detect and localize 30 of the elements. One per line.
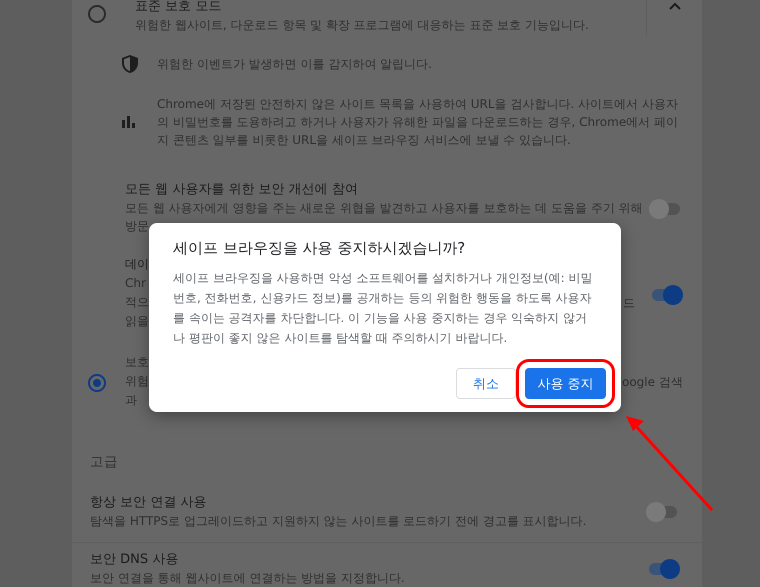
turn-off-button[interactable]: 사용 중지 <box>525 368 606 399</box>
option-text: 보호 <box>125 354 149 372</box>
setting-text: 적으 <box>125 294 149 312</box>
collapse-icon[interactable] <box>668 2 680 10</box>
setting-description: 방문 <box>125 218 149 236</box>
dialog-title: 세이프 브라우징을 사용 중지하시겠습니까? <box>173 238 466 259</box>
option-text: 과 <box>125 392 137 410</box>
setting-title: 항상 보안 연결 사용 <box>90 494 206 512</box>
setting-text: 데이 <box>125 256 149 274</box>
setting-text: 드 <box>623 295 635 312</box>
setting-description: 모든 웹 사용자에게 영향을 주는 새로운 위협을 발견하고 사용자를 보호하는 데 도움을 주기 위해 <box>125 200 643 218</box>
setting-description: 탐색을 HTTPS로 업그레이드하고 지원하지 않는 사이트를 로드하기 전에 경고를 표시합니다. <box>90 513 586 530</box>
radio-button[interactable] <box>88 5 106 23</box>
detail-text: Chrome에 저장된 안전하지 않은 사이트 목록을 사용하여 URL을 검사합니다. 사이트에서 사용자의 비밀번호를 도용하려고 하거나 사용자가 유해한 파일을 다운로드하는 경우, Chrome에서 페이지 콘텐츠 일부를 비롯한 URL을 세이프 브라우징 서비스에 보낼 수 있습니다. <box>157 96 680 150</box>
option-description: 위험한 웹사이트, 다운로드 항목 및 확장 프로그램에 대응하는 표준 보호 기능입니다. <box>135 17 589 34</box>
bar-chart-icon <box>122 116 136 128</box>
option-title: 표준 보호 모드 <box>135 0 222 16</box>
option-text: oogle 검색 <box>622 374 683 392</box>
setting-title: 보안 DNS 사용 <box>90 551 178 569</box>
setting-text: 읽을 <box>125 313 149 330</box>
section-heading: 고급 <box>89 453 119 471</box>
shield-icon <box>122 54 138 73</box>
detail-text: 위험한 이벤트가 발생하면 이를 감지하여 알립니다. <box>157 56 433 73</box>
setting-description: 보안 연결을 통해 웹사이트에 연결하는 방법을 지정합니다. <box>90 570 405 587</box>
radio-button[interactable] <box>88 374 106 392</box>
dialog-message: 세이프 브라우징을 사용하면 악성 소프트웨어를 설치하거나 개인정보(예: 비밀번호, 전화번호, 신용카드 정보)를 공개하는 등의 위험한 행동을 하도록 사용자를 속이는 공격자를 차단합니다. 이 기능을 사용 중지하는 경우 익숙하지 않거나 평판이 좋지 않은 사이트를 탐색할 때 주의하시기 바랍니다. <box>173 270 594 347</box>
option-text: 위험 <box>125 373 149 390</box>
setting-text: Chr <box>125 275 146 292</box>
setting-title: 모든 웹 사용자를 위한 보안 개선에 참여 <box>125 181 358 200</box>
cancel-button[interactable]: 취소 <box>456 368 516 399</box>
